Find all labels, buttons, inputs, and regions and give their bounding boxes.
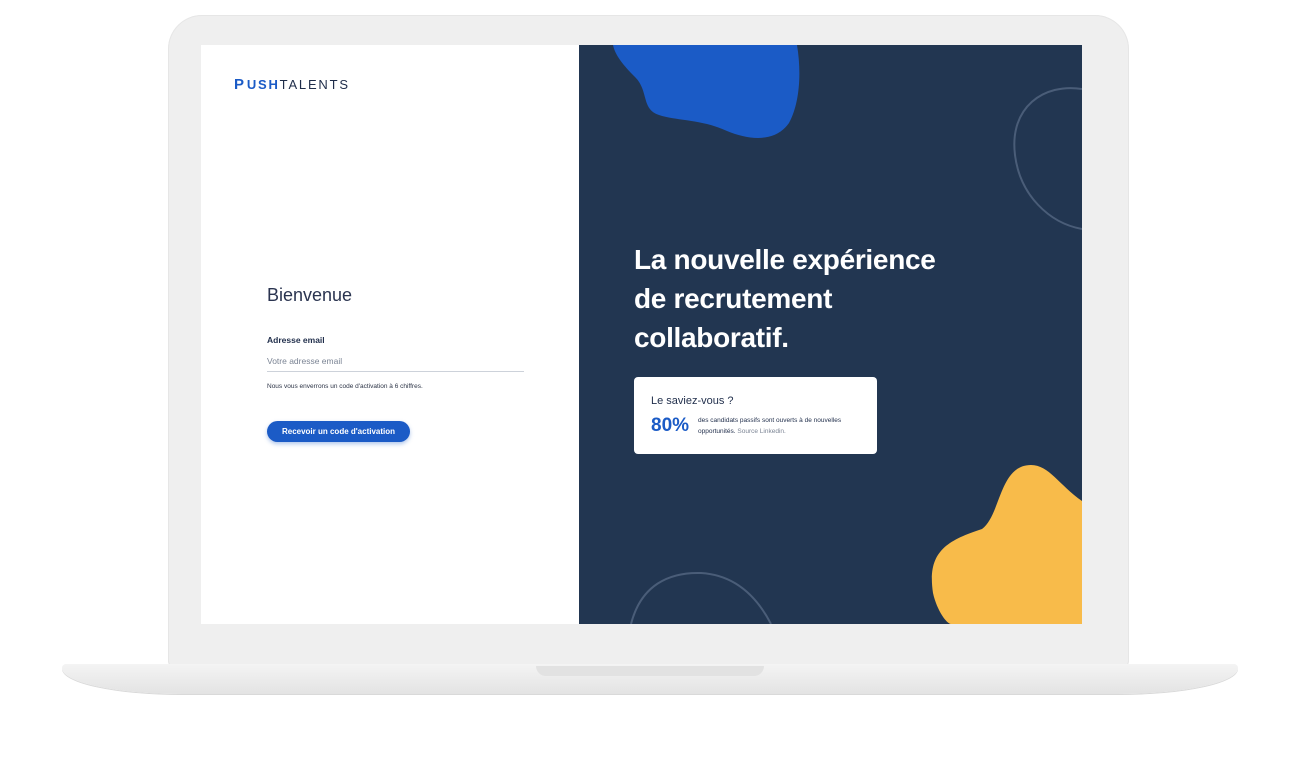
- hero-headline: La nouvelle expérience de recrutement co…: [634, 240, 994, 357]
- stat-source: Source Linkedin.: [737, 427, 786, 435]
- app-screen: PUSHTALENTS Bienvenue Adresse email Nous…: [201, 45, 1082, 624]
- laptop-notch: [536, 666, 764, 676]
- outline-circle-top-right: [1013, 87, 1082, 230]
- email-label: Adresse email: [267, 335, 325, 345]
- headline-line-2: de recrutement: [634, 283, 833, 314]
- logo-mark: P: [234, 76, 246, 93]
- stat-percentage: 80%: [651, 415, 690, 436]
- email-input[interactable]: [267, 351, 524, 372]
- logo-talents-text: TALENTS: [279, 77, 350, 92]
- card-title: Le saviez-vous ?: [651, 395, 734, 407]
- login-pane: PUSHTALENTS Bienvenue Adresse email Nous…: [201, 45, 579, 624]
- activation-hint: Nous vous enverrons un code d'activation…: [267, 383, 423, 390]
- welcome-heading: Bienvenue: [267, 285, 353, 305]
- pushtalents-logo[interactable]: P USH TALENTS: [234, 76, 350, 93]
- logo-push-text: USH: [246, 77, 280, 92]
- headline-line-1: La nouvelle expérience: [634, 244, 936, 275]
- did-you-know-card: Le saviez-vous ? 80% des candidats passi…: [634, 377, 877, 454]
- yellow-blob: [931, 465, 1082, 624]
- send-activation-code-button[interactable]: Recevoir un code d'activation: [267, 421, 410, 442]
- blue-blob: [613, 45, 800, 138]
- headline-line-3: collaboratif.: [634, 322, 789, 353]
- outline-arc-bottom: [630, 571, 772, 624]
- stat-description: des candidats passifs sont ouverts à de …: [698, 416, 868, 437]
- hero-pane: La nouvelle expérience de recrutement co…: [579, 45, 1082, 624]
